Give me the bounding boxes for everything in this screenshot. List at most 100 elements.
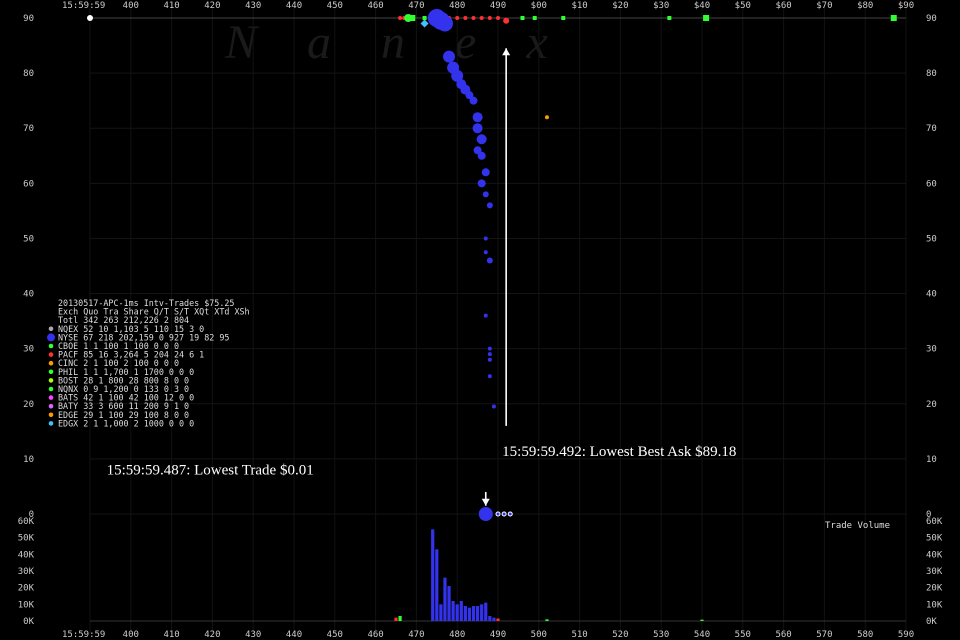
volume-bar	[492, 617, 496, 621]
y-tick-label-left: 50	[23, 234, 34, 244]
volume-bar	[488, 616, 492, 621]
quote-mark	[479, 16, 484, 20]
annotation-label: 15:59:59.492: Lowest Best Ask $89.18	[502, 444, 736, 460]
x-tick-label-bottom: 560	[775, 630, 791, 640]
legend-row-dot	[48, 412, 54, 418]
y-tick-label-left: 80	[23, 69, 34, 79]
legend-row-dot	[48, 352, 54, 357]
annotation-arrow-head	[481, 498, 490, 506]
legend-row-dot	[48, 343, 54, 349]
volume-tick-label-left: 30K	[18, 567, 35, 577]
x-tick-label-top: 470	[408, 1, 424, 11]
nyse-trade-point	[472, 123, 483, 134]
x-tick-label-bottom: 470	[408, 630, 424, 640]
nyse-trade-point	[483, 313, 488, 318]
legend: 20130517-APC-1ms Intv-Trades $75.25Exch …	[47, 298, 250, 428]
volume-tick-label-left: 50K	[18, 534, 35, 544]
y-tick-label-left: 90	[23, 14, 34, 24]
quote-mark	[667, 16, 672, 20]
nyse-trade-point	[483, 236, 488, 241]
nyse-trade-point	[477, 151, 486, 160]
volume-bar	[435, 549, 439, 621]
x-tick-label-bottom: 550	[735, 630, 751, 640]
legend-row: EDGX 2 1 1,000 2 1000 0 0 0	[58, 418, 194, 428]
volume-bar	[700, 619, 704, 621]
edge-trade-point	[544, 115, 549, 120]
nyse-trade-point	[487, 352, 492, 357]
quote-mark	[398, 16, 403, 20]
quote-mark	[496, 16, 500, 20]
legend-row-dot	[48, 403, 54, 409]
volume-label: Trade Volume	[825, 521, 890, 531]
data-marks	[87, 9, 897, 521]
x-tick-label-bottom: 570	[816, 630, 832, 640]
quote-mark	[703, 15, 710, 21]
quote-mark	[890, 15, 897, 21]
volume-tick-label-left: 10K	[18, 600, 35, 610]
nyse-trade-point	[487, 357, 492, 362]
y-tick-label-left: 10	[23, 455, 34, 465]
watermark: Nanex	[224, 16, 598, 69]
y-tick-label-right: 50	[926, 234, 937, 244]
x-tick-label-top: 450	[327, 1, 343, 11]
nyse-trade-point	[472, 112, 483, 123]
x-tick-label-bottom: 540	[694, 630, 710, 640]
quote-mark	[409, 15, 416, 21]
volume-tick-label-left: 20K	[18, 584, 35, 594]
legend-row-dot	[48, 360, 54, 366]
x-tick-label-bottom: 530	[653, 630, 669, 640]
nyse-trade-point	[477, 179, 486, 188]
x-tick-label-bottom: 480	[449, 630, 465, 640]
y-tick-label-right: 30	[926, 345, 937, 355]
volume-bar	[439, 604, 443, 621]
volume-tick-label-left: 60K	[18, 517, 35, 527]
nyse-trade-point	[486, 257, 493, 264]
x-tick-label-bottom: 400	[123, 630, 139, 640]
y-tick-label-right: 10	[926, 455, 937, 465]
volume-bars	[394, 529, 704, 621]
y-tick-label-right: 80	[926, 69, 937, 79]
x-tick-label-top: 400	[123, 1, 139, 11]
x-tick-label-bottom: 450	[327, 630, 343, 640]
quote-mark	[471, 16, 476, 20]
volume-tick-label-right: 60K	[926, 517, 943, 527]
volume-tick-label-left: 0K	[23, 617, 34, 627]
volume-bar	[480, 604, 484, 621]
nyse-trade-point	[476, 134, 487, 145]
legend-row-dot	[48, 378, 54, 383]
x-tick-label-top: 410	[163, 1, 179, 11]
x-tick-label-bottom: 410	[163, 630, 179, 640]
x-tick-label-bottom: 500	[531, 630, 547, 640]
x-tick-label-top: 460	[367, 1, 383, 11]
volume-tick-label-left: 40K	[18, 550, 35, 560]
x-tick-label-bottom: 430	[245, 630, 261, 640]
volume-bar	[394, 617, 398, 621]
y-tick-label-right: 20	[926, 400, 937, 410]
low-trade-point	[507, 511, 513, 517]
volume-bar	[443, 577, 447, 621]
x-tick-label-top: $90	[898, 1, 914, 11]
volume-bar	[476, 606, 480, 621]
legend-row-dot	[48, 421, 54, 426]
x-tick-label-top: 430	[245, 1, 261, 11]
nyse-trade-point	[487, 374, 492, 379]
grid-lines	[89, 8, 907, 634]
nyse-trade-point	[443, 50, 456, 63]
x-tick-label-top: 440	[286, 1, 302, 11]
x-tick-label-bottom: 490	[490, 630, 506, 640]
quote-mark	[532, 16, 537, 20]
nyse-trade-point	[436, 15, 453, 32]
x-tick-label-top: $00	[531, 1, 547, 11]
nyse-trade-point	[487, 346, 492, 351]
low-trade-point	[501, 511, 507, 517]
nyse-trade-point	[491, 404, 496, 409]
volume-tick-label-right: 40K	[926, 550, 943, 560]
x-tick-label-top: $70	[816, 1, 832, 11]
x-tick-label-bottom: 520	[612, 630, 628, 640]
volume-tick-label-right: 0K	[926, 617, 937, 627]
volume-bar	[451, 601, 455, 621]
volume-bar	[459, 601, 463, 621]
quote-mark	[422, 16, 427, 20]
x-tick-label-top: 490	[490, 1, 506, 11]
quote-mark	[87, 15, 93, 21]
